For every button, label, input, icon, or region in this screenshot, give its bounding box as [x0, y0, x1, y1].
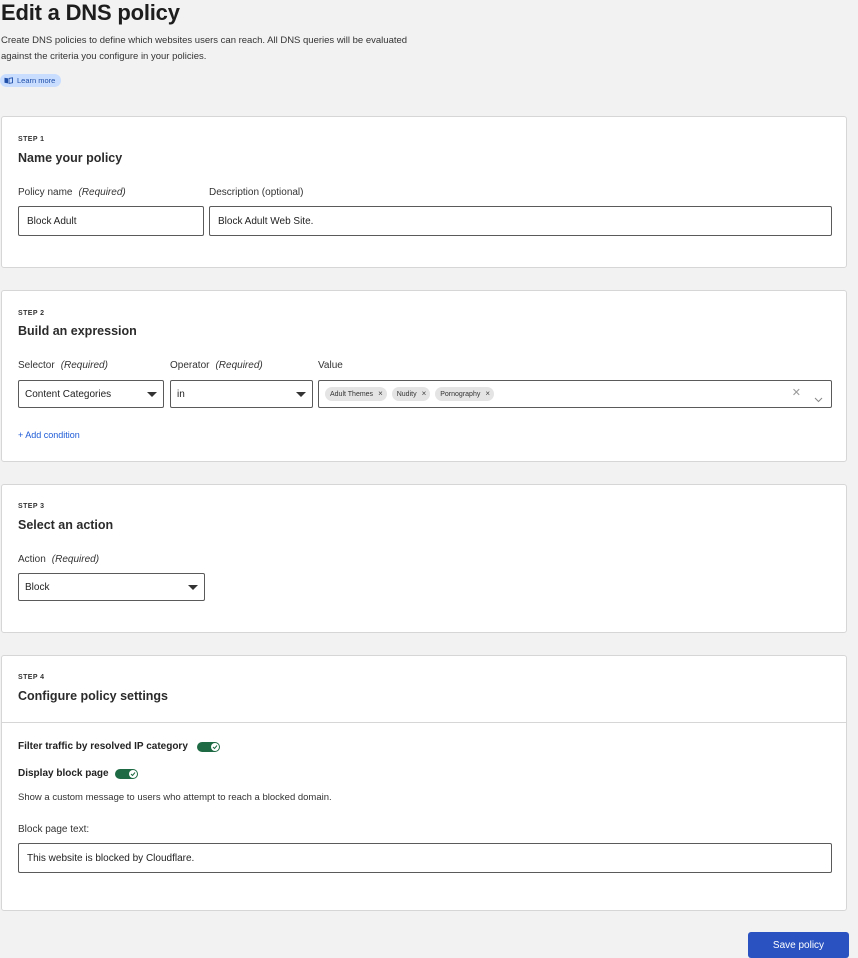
step4-card: STEP 4 Configure policy settings Filter … — [1, 655, 847, 911]
selector-value: Content Categories — [25, 388, 112, 400]
save-policy-button[interactable]: Save policy — [748, 932, 849, 958]
caret-down-icon — [147, 392, 157, 397]
block-text-input[interactable] — [18, 843, 832, 873]
section-divider — [2, 722, 846, 723]
required-marker: (Required) — [60, 360, 108, 371]
filter-ip-label: Filter traffic by resolved IP category — [18, 741, 188, 752]
caret-down-icon — [188, 585, 198, 590]
caret-down-icon — [296, 392, 306, 397]
policy-name-label: Policy name (Required) — [18, 187, 126, 198]
block-page-help: Show a custom message to users who attem… — [18, 792, 332, 803]
action-value: Block — [25, 581, 50, 593]
operator-value: in — [177, 388, 185, 400]
action-label: Action (Required) — [18, 554, 100, 565]
selector-label: Selector (Required) — [18, 360, 108, 371]
chip-remove-icon[interactable]: × — [485, 390, 490, 398]
value-chip: Pornography × — [435, 387, 495, 401]
required-marker: (Required) — [51, 554, 100, 565]
value-label: Value — [318, 360, 343, 371]
clear-icon[interactable]: ✕ — [792, 388, 801, 399]
step2-label: STEP 2 — [18, 310, 45, 317]
description-input[interactable] — [209, 206, 832, 236]
learn-more-label: Learn more — [17, 76, 56, 85]
chip-label: Nudity — [396, 390, 417, 398]
check-icon — [128, 769, 137, 778]
required-marker: (Required) — [215, 360, 263, 371]
step2-title: Build an expression — [18, 324, 137, 338]
operator-label: Operator (Required) — [170, 360, 263, 371]
add-condition-link[interactable]: + Add condition — [18, 430, 80, 440]
chip-label: Adult Themes — [330, 390, 374, 398]
check-icon — [210, 742, 219, 751]
step4-label: STEP 4 — [18, 674, 45, 681]
value-chip: Nudity × — [391, 387, 431, 401]
block-text-label: Block page text: — [18, 824, 90, 835]
block-page-label: Display block page — [18, 768, 109, 779]
page-title: Edit a DNS policy — [1, 0, 180, 25]
learn-more-link[interactable]: Learn more — [0, 74, 62, 87]
step2-card: STEP 2 Build an expression Selector (Requ… — [1, 290, 847, 462]
description-label: Description (optional) — [209, 187, 304, 198]
step1-title: Name your policy — [18, 151, 123, 165]
action-select[interactable]: Block — [18, 573, 205, 601]
step1-label: STEP 1 — [18, 136, 45, 143]
step4-title: Configure policy settings — [18, 689, 169, 703]
step1-card: STEP 1 Name your policy Policy name (Requ… — [1, 116, 847, 268]
step3-title: Select an action — [18, 518, 114, 532]
chip-remove-icon[interactable]: × — [378, 390, 383, 398]
selector-select[interactable]: Content Categories — [18, 380, 164, 408]
block-page-row: Display block page — [18, 768, 138, 779]
step3-card: STEP 3 Select an action Action (Required)… — [1, 484, 847, 633]
block-page-toggle[interactable] — [114, 768, 138, 779]
policy-name-input[interactable] — [18, 206, 204, 236]
page-header: Edit a DNS policy Create DNS policies to… — [1, 0, 441, 64]
page-description: Create DNS policies to define which webs… — [1, 35, 408, 62]
value-chip: Adult Themes × — [325, 387, 387, 401]
chip-remove-icon[interactable]: × — [422, 390, 427, 398]
required-marker: (Required) — [78, 187, 126, 198]
filter-ip-toggle[interactable] — [196, 741, 220, 752]
operator-select[interactable]: in — [170, 380, 313, 408]
chip-label: Pornography — [440, 390, 481, 398]
step3-label: STEP 3 — [18, 503, 45, 510]
value-multiselect[interactable]: Adult Themes × Nudity × Pornography × ✕ — [318, 380, 832, 408]
filter-ip-row: Filter traffic by resolved IP category — [18, 741, 220, 752]
chevron-down-icon[interactable] — [814, 390, 823, 408]
book-icon — [4, 77, 13, 84]
